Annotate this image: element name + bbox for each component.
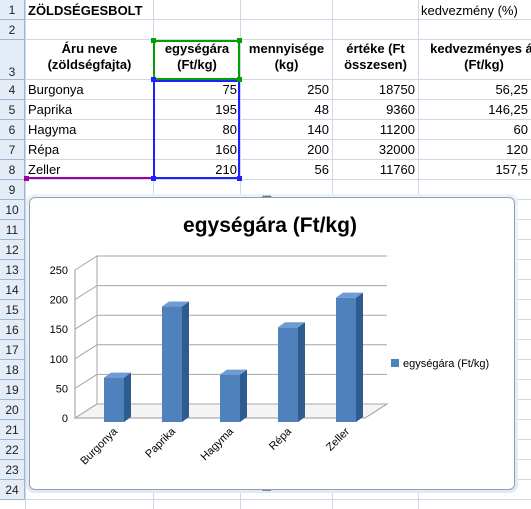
discount-label-cell[interactable]: kedvezmény (%)	[419, 1, 518, 20]
header-value[interactable]: értéke (Ft összesen)	[333, 41, 418, 79]
row-header[interactable]: 16	[0, 320, 25, 340]
selection-handle[interactable]	[237, 77, 242, 82]
x-tick-label: Hagyma	[199, 425, 237, 463]
bar-side	[356, 292, 363, 422]
discounted-price-cell[interactable]: 56,25	[419, 80, 531, 99]
discounted-price-cell[interactable]: 157,5	[419, 160, 531, 179]
bar-side	[240, 369, 247, 422]
quantity-cell[interactable]: 56	[241, 160, 332, 179]
x-tick-label: Paprika	[143, 425, 178, 460]
y-tick-label: 150	[50, 324, 68, 336]
row-header[interactable]: 15	[0, 300, 25, 320]
header-discounted-price[interactable]: kedvezményes ár (Ft/kg)	[419, 41, 531, 79]
x-tick-label: Répa	[267, 425, 295, 453]
y-tick-label: 100	[50, 354, 68, 366]
discounted-price-cell[interactable]: 60	[419, 120, 531, 139]
selection-handle[interactable]	[151, 77, 156, 82]
quantity-cell[interactable]: 140	[241, 120, 332, 139]
discounted-price-cell[interactable]: 146,25	[419, 100, 531, 119]
x-tick-label: Burgonya	[78, 425, 120, 467]
value-cell[interactable]: 9360	[333, 100, 418, 119]
row-header[interactable]: 23	[0, 460, 25, 480]
selection-handle[interactable]	[237, 176, 242, 181]
selection-handle[interactable]	[151, 176, 156, 181]
row-header[interactable]: 17	[0, 340, 25, 360]
legend: egységára (Ft/kg)	[391, 358, 489, 370]
row-header[interactable]: 6	[0, 120, 25, 140]
row-gridline	[25, 499, 531, 500]
chart-title: egységára (Ft/kg)	[183, 214, 357, 237]
row-header[interactable]: 10	[0, 200, 25, 220]
bar	[104, 377, 124, 422]
value-cell[interactable]: 18750	[333, 80, 418, 99]
bar-side	[298, 322, 305, 422]
quantity-cell[interactable]: 250	[241, 80, 332, 99]
header-quantity[interactable]: mennyisége (kg)	[241, 41, 332, 79]
row-gridline	[25, 39, 531, 40]
row-header[interactable]: 20	[0, 400, 25, 420]
bar	[278, 327, 298, 422]
bar	[336, 297, 356, 422]
selection-handle[interactable]	[237, 38, 242, 43]
discounted-price-cell[interactable]: 120	[419, 140, 531, 159]
y-tick-label: 50	[56, 383, 68, 395]
row-header[interactable]: 22	[0, 440, 25, 460]
chart-svg: egységára (Ft/kg) 0 50 100 150 200 250 Burgony…	[50, 214, 490, 467]
row-header[interactable]: 21	[0, 420, 25, 440]
y-tick-label: 200	[50, 295, 68, 307]
x-tick-label: Zeller	[324, 425, 352, 453]
row-header[interactable]: 24	[0, 480, 25, 500]
selection-handle[interactable]	[151, 38, 156, 43]
row-header[interactable]: 18	[0, 360, 25, 380]
value-cell[interactable]: 32000	[333, 140, 418, 159]
bar-side	[124, 372, 131, 422]
row-header[interactable]: 7	[0, 140, 25, 160]
bar-side	[182, 301, 189, 422]
quantity-cell[interactable]: 48	[241, 100, 332, 119]
row-header[interactable]: 9	[0, 180, 25, 200]
y-tick-label: 250	[50, 265, 68, 277]
row-header[interactable]: 11	[0, 220, 25, 240]
selection-handle[interactable]	[24, 176, 29, 181]
row-header[interactable]: 5	[0, 100, 25, 120]
row-header[interactable]: 14	[0, 280, 25, 300]
row-header[interactable]: 19	[0, 380, 25, 400]
row-header[interactable]: 8	[0, 160, 25, 180]
sheet-title-cell[interactable]: ZÖLDSÉGESBOLT	[26, 1, 143, 20]
row-header[interactable]: 2	[0, 20, 25, 40]
row-header[interactable]: 1	[0, 0, 25, 20]
quantity-cell[interactable]: 200	[241, 140, 332, 159]
bar	[162, 306, 182, 422]
value-cell[interactable]: 11760	[333, 160, 418, 179]
legend-swatch	[391, 359, 399, 367]
header-product-name[interactable]: Áru neve (zöldségfajta)	[26, 41, 153, 79]
chart-area[interactable]: egységára (Ft/kg) 0 50 100 150 200 250 Burgony…	[29, 197, 515, 490]
values-selection	[153, 80, 240, 179]
row-header[interactable]: 3	[0, 40, 25, 80]
gridline	[74, 255, 387, 271]
series-name-selection	[153, 40, 240, 80]
row-header[interactable]: 4	[0, 80, 25, 100]
y-tick-label: 0	[62, 413, 68, 425]
plot-area: 0 50 100 150 200 250 Burgonya Paprika Hagyma Répa…	[50, 255, 389, 467]
categories-selection	[25, 80, 154, 179]
spreadsheet: 1 2 3 4 5 6 7 8 9 10 11 12 13 14 15 16 17 18 19 20 21 22 23 24 …	[0, 0, 531, 509]
legend-entry: egységára (Ft/kg)	[403, 358, 489, 370]
row-header[interactable]: 13	[0, 260, 25, 280]
bar	[220, 374, 240, 422]
row-gridline	[25, 179, 531, 180]
value-cell[interactable]: 11200	[333, 120, 418, 139]
row-header[interactable]: 12	[0, 240, 25, 260]
